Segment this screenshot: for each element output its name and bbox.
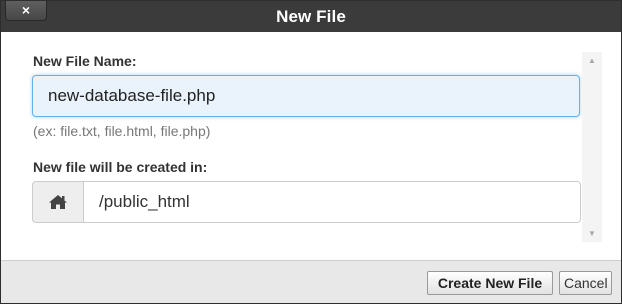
home-icon (49, 195, 67, 209)
cancel-button[interactable]: Cancel (559, 271, 612, 295)
title-bar: New File × (1, 1, 621, 32)
location-label: New file will be created in: (33, 159, 208, 175)
file-name-label: New File Name: (33, 53, 137, 69)
scrollbar[interactable]: ▲ ▼ (582, 52, 602, 242)
dialog-footer: Create New File Cancel (1, 260, 621, 303)
create-new-file-button[interactable]: Create New File (427, 271, 553, 295)
new-file-dialog: New File × New File Name: (ex: file.txt,… (0, 0, 622, 304)
dialog-body: New File Name: (ex: file.txt, file.html,… (1, 32, 621, 260)
close-button[interactable]: × (5, 1, 47, 21)
home-addon (32, 181, 83, 223)
close-icon: × (21, 2, 31, 18)
file-name-hint: (ex: file.txt, file.html, file.php) (33, 123, 211, 139)
location-input[interactable] (83, 181, 581, 223)
location-input-group (32, 181, 581, 223)
dialog-title: New File (276, 7, 346, 26)
scroll-down-icon[interactable]: ▼ (582, 225, 602, 242)
file-name-input[interactable] (32, 75, 580, 117)
scroll-up-icon[interactable]: ▲ (582, 52, 602, 69)
